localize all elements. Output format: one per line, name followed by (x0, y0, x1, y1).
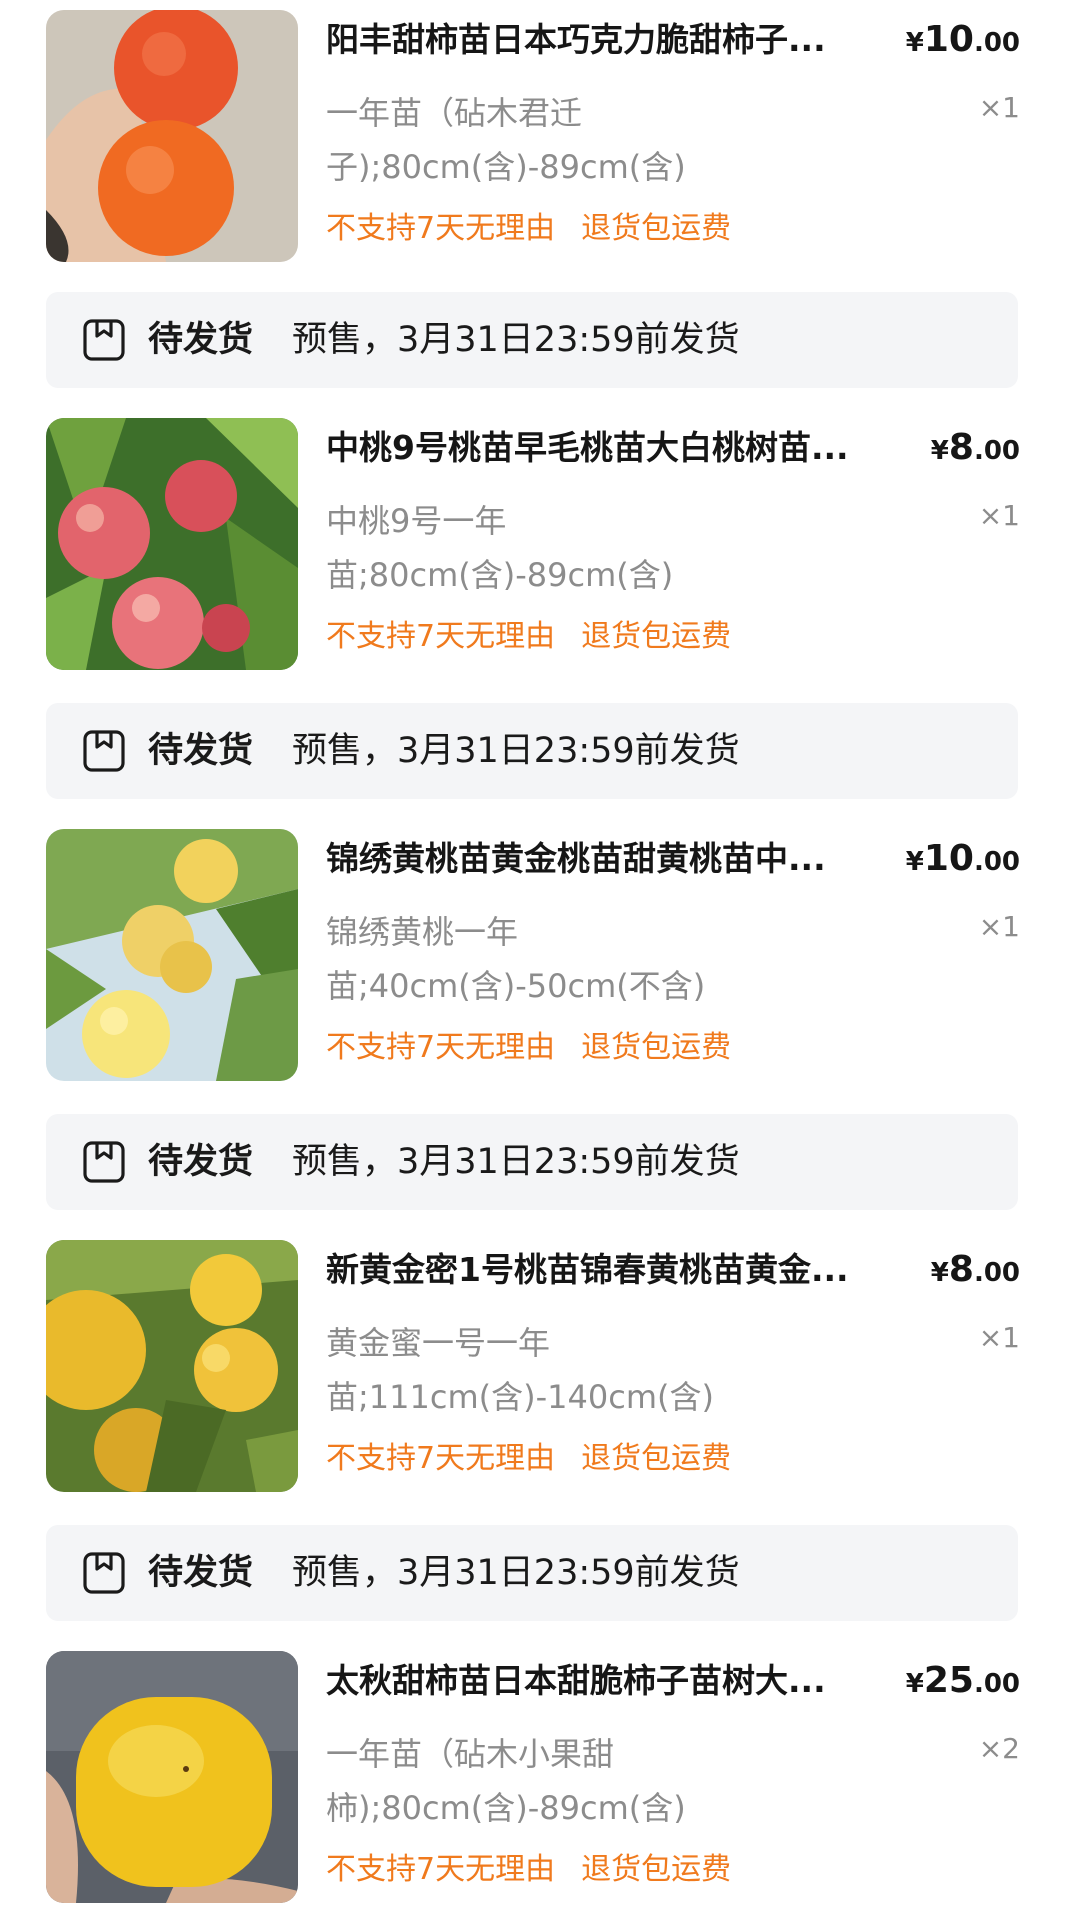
product-price: ¥10.00 (906, 18, 1020, 68)
service-policy: 不支持7天无理由 退货包运费 (326, 1026, 731, 1070)
service-policy: 不支持7天无理由 退货包运费 (326, 615, 731, 659)
product-spec: 中桃9号一年苗;80cm(含)-89cm(含) (326, 502, 674, 594)
policy-free-return-shipping: 退货包运费 (581, 1441, 732, 1476)
package-icon (82, 1551, 126, 1595)
product-image[interactable] (46, 829, 298, 1081)
policy-no-return: 不支持7天无理由 (326, 211, 556, 246)
status-shipping-detail: 预售，3月31日23:59前发货 (292, 1553, 740, 1593)
product-image[interactable] (46, 418, 298, 670)
service-policy: 不支持7天无理由 退货包运费 (326, 207, 731, 251)
price-currency: ¥ (905, 847, 924, 877)
package-icon (82, 318, 126, 362)
price-decimal: .00 (973, 1669, 1020, 1699)
price-integer: 25 (923, 1660, 974, 1701)
order-product-item[interactable]: 阳丰甜柿苗日本巧克力脆甜柿子... ¥10.00 ×1 一年苗（砧木君迁子);80cm… (0, 10, 1080, 262)
policy-no-return: 不支持7天无理由 (326, 1852, 556, 1887)
product-title[interactable]: 锦绣黄桃苗黄金桃苗甜黄桃苗中... (326, 837, 906, 881)
product-quantity: ×2 (978, 1732, 1020, 1765)
product-image[interactable] (46, 1240, 298, 1492)
product-quantity: ×1 (978, 91, 1020, 124)
product-price: ¥10.00 (906, 837, 1020, 887)
package-icon (82, 1140, 126, 1184)
package-icon (82, 729, 126, 773)
product-title[interactable]: 中桃9号桃苗早毛桃苗大白桃树苗... (326, 426, 906, 470)
product-price: ¥25.00 (906, 1659, 1020, 1709)
service-policy: 不支持7天无理由 退货包运费 (326, 1848, 731, 1892)
price-currency: ¥ (930, 1258, 949, 1288)
status-shipping-detail: 预售，3月31日23:59前发货 (292, 1142, 740, 1182)
status-label: 待发货 (148, 731, 254, 771)
product-price: ¥8.00 (931, 1248, 1020, 1298)
product-spec: 锦绣黄桃一年苗;40cm(含)-50cm(不含) (326, 913, 706, 1005)
policy-no-return: 不支持7天无理由 (326, 619, 556, 654)
product-image[interactable] (46, 10, 298, 262)
product-quantity: ×1 (978, 499, 1020, 532)
product-image[interactable] (46, 1651, 298, 1903)
order-status-bar[interactable]: 待发货 预售，3月31日23:59前发货 (46, 1525, 1018, 1621)
price-integer: 10 (923, 838, 974, 879)
order-status-bar[interactable]: 待发货 预售，3月31日23:59前发货 (46, 703, 1018, 799)
status-label: 待发货 (148, 320, 254, 360)
product-quantity: ×1 (978, 910, 1020, 943)
product-title[interactable]: 阳丰甜柿苗日本巧克力脆甜柿子... (326, 18, 906, 62)
price-currency: ¥ (905, 1669, 924, 1699)
price-decimal: .00 (973, 28, 1020, 58)
product-title[interactable]: 太秋甜柿苗日本甜脆柿子苗树大... (326, 1659, 906, 1703)
price-decimal: .00 (973, 436, 1020, 466)
status-shipping-detail: 预售，3月31日23:59前发货 (292, 731, 740, 771)
price-currency: ¥ (905, 28, 924, 58)
product-spec: 一年苗（砧木小果甜柿);80cm(含)-89cm(含) (326, 1735, 686, 1827)
price-decimal: .00 (973, 847, 1020, 877)
service-policy: 不支持7天无理由 退货包运费 (326, 1437, 731, 1481)
price-integer: 10 (923, 19, 974, 60)
product-quantity: ×1 (978, 1321, 1020, 1354)
order-product-item[interactable]: 锦绣黄桃苗黄金桃苗甜黄桃苗中... ¥10.00 ×1 锦绣黄桃一年苗;40cm(含)… (0, 829, 1080, 1081)
status-label: 待发货 (148, 1553, 254, 1593)
policy-no-return: 不支持7天无理由 (326, 1441, 556, 1476)
price-integer: 8 (948, 427, 974, 468)
policy-free-return-shipping: 退货包运费 (581, 1852, 732, 1887)
order-product-item[interactable]: 太秋甜柿苗日本甜脆柿子苗树大... ¥25.00 ×2 一年苗（砧木小果甜柿);80c… (0, 1651, 1080, 1903)
product-spec: 一年苗（砧木君迁子);80cm(含)-89cm(含) (326, 94, 686, 186)
product-title[interactable]: 新黄金密1号桃苗锦春黄桃苗黄金... (326, 1248, 906, 1292)
product-price: ¥8.00 (931, 426, 1020, 476)
policy-free-return-shipping: 退货包运费 (581, 619, 732, 654)
status-label: 待发货 (148, 1142, 254, 1182)
product-spec: 黄金蜜一号一年苗;111cm(含)-140cm(含) (326, 1324, 714, 1416)
order-status-bar[interactable]: 待发货 预售，3月31日23:59前发货 (46, 1114, 1018, 1210)
order-product-item[interactable]: 新黄金密1号桃苗锦春黄桃苗黄金... ¥8.00 ×1 黄金蜜一号一年苗;111cm(… (0, 1240, 1080, 1492)
order-status-bar[interactable]: 待发货 预售，3月31日23:59前发货 (46, 292, 1018, 388)
order-product-item[interactable]: 中桃9号桃苗早毛桃苗大白桃树苗... ¥8.00 ×1 中桃9号一年苗;80cm(含)… (0, 418, 1080, 670)
price-currency: ¥ (930, 436, 949, 466)
policy-no-return: 不支持7天无理由 (326, 1030, 556, 1065)
price-decimal: .00 (973, 1258, 1020, 1288)
price-integer: 8 (948, 1249, 974, 1290)
policy-free-return-shipping: 退货包运费 (581, 211, 732, 246)
status-shipping-detail: 预售，3月31日23:59前发货 (292, 320, 740, 360)
policy-free-return-shipping: 退货包运费 (581, 1030, 732, 1065)
